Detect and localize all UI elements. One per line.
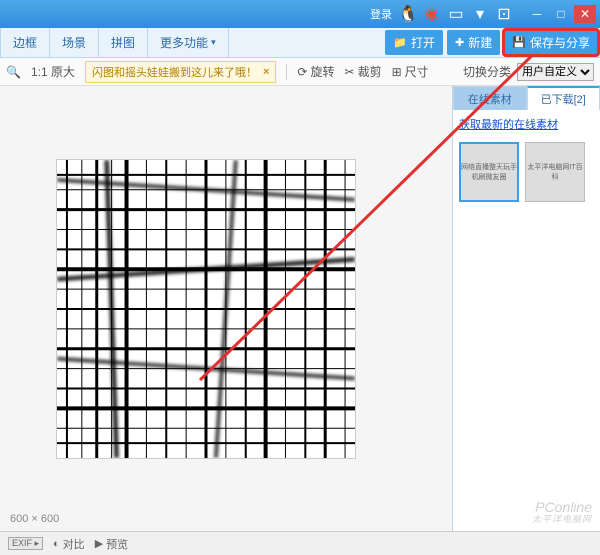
- tab-collage[interactable]: 拼图: [99, 28, 148, 57]
- preview-icon: ▶: [95, 537, 103, 550]
- tab-online-assets[interactable]: 在线素材: [453, 86, 527, 110]
- canvas-area: 600 × 600: [0, 86, 452, 531]
- zoom-label: 1:1 原大: [31, 63, 75, 80]
- feedback-icon[interactable]: ⊡: [496, 6, 512, 22]
- maximize-button[interactable]: □: [550, 5, 572, 23]
- notice-close-icon[interactable]: ×: [263, 66, 269, 78]
- new-button[interactable]: ✚新建: [447, 30, 500, 55]
- folder-icon: 📁: [393, 36, 407, 49]
- canvas-dimensions: 600 × 600: [10, 513, 59, 525]
- category-label: 切换分类: [463, 63, 511, 80]
- tab-downloaded-assets[interactable]: 已下载[2]: [527, 86, 600, 110]
- asset-thumb-2[interactable]: 太平洋电脑网IT百科: [525, 142, 585, 202]
- compare-icon: ◐: [53, 538, 60, 550]
- notice-text: 闪图和摇头娃娃搬到这儿来了哦！: [92, 64, 257, 80]
- canvas-image[interactable]: [56, 159, 356, 459]
- fetch-assets-link[interactable]: 获取最新的在线素材: [453, 110, 600, 138]
- category-select[interactable]: 用户自定义: [517, 63, 594, 81]
- save-share-button[interactable]: 💾保存与分享: [504, 30, 598, 55]
- skin-icon[interactable]: ▭: [448, 6, 464, 22]
- rotate-icon: ⟳: [297, 65, 307, 79]
- size-button[interactable]: ⊞尺寸: [392, 63, 429, 80]
- size-icon: ⊞: [392, 65, 402, 79]
- plus-icon: ✚: [455, 36, 464, 49]
- login-link[interactable]: 登录: [370, 6, 392, 22]
- rotate-button[interactable]: ⟳旋转: [297, 63, 334, 80]
- crop-icon: ✂: [345, 65, 355, 79]
- tab-scene[interactable]: 场景: [50, 28, 99, 57]
- qq-icon[interactable]: 🐧: [400, 6, 416, 22]
- tab-more[interactable]: 更多功能: [148, 28, 229, 57]
- menu-icon[interactable]: ▾: [472, 6, 488, 22]
- compare-button[interactable]: ◐对比: [53, 536, 85, 552]
- tab-border[interactable]: 边框: [0, 28, 50, 57]
- zoom-out-icon[interactable]: 🔍: [6, 65, 21, 79]
- crop-button[interactable]: ✂裁剪: [345, 63, 382, 80]
- weibo-icon[interactable]: ◉: [424, 6, 440, 22]
- exif-button[interactable]: EXIF ▸: [8, 537, 43, 550]
- notice-banner[interactable]: 闪图和摇头娃娃搬到这儿来了哦！ ×: [85, 61, 276, 83]
- preview-button[interactable]: ▶预览: [95, 536, 128, 552]
- open-button[interactable]: 📁打开: [385, 30, 443, 55]
- minimize-button[interactable]: ─: [526, 5, 548, 23]
- save-icon: 💾: [512, 36, 526, 49]
- close-button[interactable]: ✕: [574, 5, 596, 23]
- asset-thumb-1[interactable]: 网络直播整天玩手机刷微友圈: [459, 142, 519, 202]
